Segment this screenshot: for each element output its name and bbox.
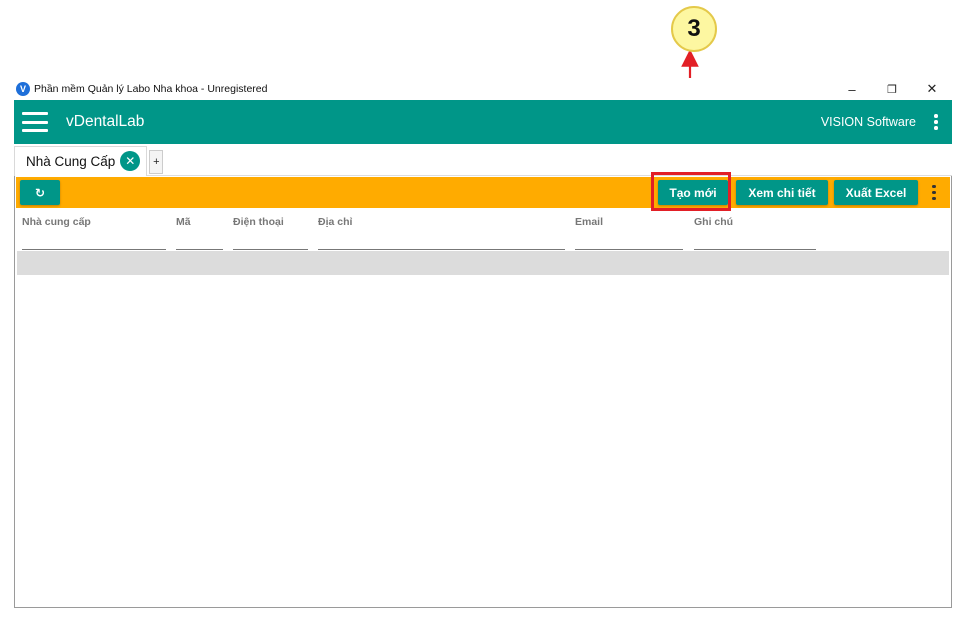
action-toolbar: ↻ Tạo mới Xem chi tiết Xuất Excel <box>16 177 950 208</box>
tab-close-icon[interactable]: ✕ <box>120 151 141 171</box>
tab-strip: Nhà Cung Cấp ✕ + <box>14 144 952 176</box>
tab-nha-cung-cap[interactable]: Nhà Cung Cấp ✕ <box>14 145 148 176</box>
column-header: Email <box>575 216 604 228</box>
vendor-name: VISION Software <box>820 115 916 129</box>
column-header: Mã <box>176 216 191 228</box>
column-code: Mã <box>176 208 223 252</box>
tab-label: Nhà Cung Cấp <box>26 153 116 169</box>
app-logo-icon: V <box>16 82 30 96</box>
column-phone: Điện thoại <box>233 208 308 252</box>
column-note: Ghi chú <box>694 208 816 252</box>
filter-phone-input[interactable] <box>233 234 308 250</box>
create-new-button[interactable]: Tạo mới <box>658 180 728 205</box>
app-header: vDentalLab VISION Software <box>14 100 952 144</box>
callout-step-badge: 3 <box>671 6 717 52</box>
filter-note-input[interactable] <box>694 234 816 250</box>
window-controls: – ❐ ✕ <box>832 78 952 100</box>
export-excel-button[interactable]: Xuất Excel <box>834 180 918 205</box>
filter-address-input[interactable] <box>318 234 565 250</box>
add-tab-button[interactable]: + <box>149 149 164 174</box>
filter-supplier-input[interactable] <box>22 234 166 250</box>
column-header: Địa chỉ <box>318 216 353 228</box>
header-more-icon[interactable] <box>926 112 946 132</box>
column-email: Email <box>575 208 683 252</box>
column-header: Nhà cung cấp <box>22 216 91 228</box>
window-titlebar: V Phần mềm Quản lý Labo Nha khoa - Unreg… <box>14 78 952 100</box>
minimize-button[interactable]: – <box>832 78 872 100</box>
restore-button[interactable]: ❐ <box>872 78 912 100</box>
column-header: Điện thoại <box>233 216 284 228</box>
grid-header: Nhà cung cấp Mã Điện thoại Địa chỉ Email… <box>14 208 952 252</box>
refresh-icon: ↻ <box>34 185 46 200</box>
filter-email-input[interactable] <box>575 234 683 250</box>
view-detail-button[interactable]: Xem chi tiết <box>736 180 828 205</box>
column-header: Ghi chú <box>694 216 734 228</box>
app-title: vDentalLab <box>66 113 145 130</box>
filter-code-input[interactable] <box>176 234 223 250</box>
close-window-button[interactable]: ✕ <box>912 78 952 100</box>
column-address: Địa chỉ <box>318 208 565 252</box>
toolbar-more-icon[interactable] <box>924 183 944 203</box>
column-supplier: Nhà cung cấp <box>22 208 166 252</box>
window-title: Phần mềm Quản lý Labo Nha khoa - Unregis… <box>34 83 268 95</box>
menu-icon[interactable] <box>22 112 48 132</box>
refresh-button[interactable]: ↻ <box>20 180 60 205</box>
grid-empty-row <box>17 251 949 275</box>
